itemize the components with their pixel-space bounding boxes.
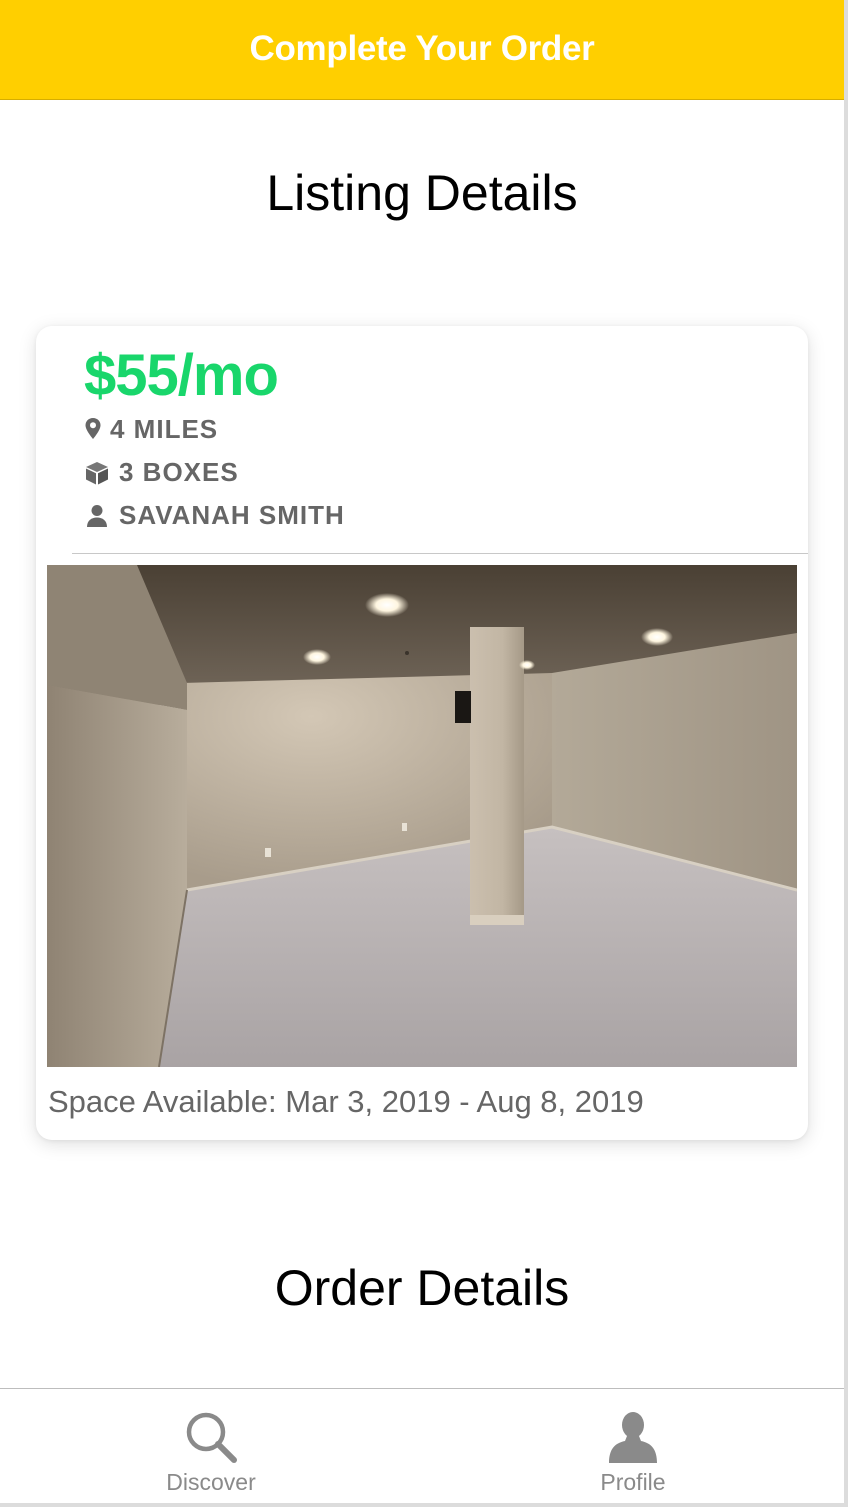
app-header: Complete Your Order <box>0 0 844 100</box>
listing-owner: SAVANAH SMITH <box>84 500 345 531</box>
owner-name: SAVANAH SMITH <box>119 500 345 530</box>
nav-profile-label: Profile <box>600 1469 666 1495</box>
listing-details-heading: Listing Details <box>266 165 578 221</box>
box-icon <box>86 461 108 484</box>
card-divider <box>72 553 808 554</box>
nav-discover[interactable]: Discover <box>111 1389 311 1504</box>
nav-discover-label: Discover <box>166 1469 256 1495</box>
listing-card[interactable]: $55/mo 4 MILES 3 BOXES SAVANAH SMITH Spa… <box>36 326 808 1140</box>
person-icon <box>609 1412 657 1463</box>
nav-profile[interactable]: Profile <box>533 1389 733 1504</box>
listing-price: $55/mo <box>84 343 279 408</box>
order-details-heading: Order Details <box>274 1260 570 1316</box>
listing-distance: 4 MILES <box>84 414 218 445</box>
boxes-label: 3 BOXES <box>119 457 239 487</box>
app-frame: Complete Your Order Listing Details $55/… <box>0 0 848 1507</box>
person-icon <box>87 504 107 527</box>
map-pin-icon <box>85 417 101 439</box>
header-title: Complete Your Order <box>249 28 595 68</box>
distance-label: 4 MILES <box>110 414 219 444</box>
listing-photo[interactable] <box>47 565 797 1067</box>
listing-boxes: 3 BOXES <box>84 457 239 488</box>
search-icon <box>186 1412 237 1463</box>
availability-dates: Space Available: Mar 3, 2019 - Aug 8, 20… <box>48 1084 644 1119</box>
bottom-navigation: Discover Profile <box>0 1388 844 1503</box>
basement-room-photo <box>47 565 797 1067</box>
